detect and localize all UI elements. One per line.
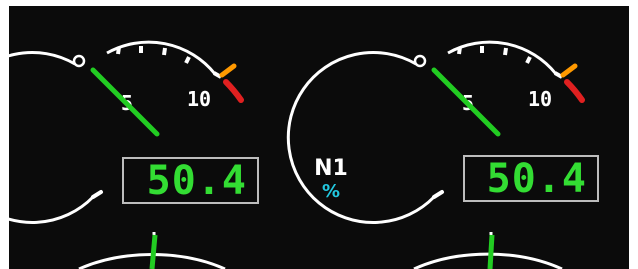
engine-2-n1-readout: 50.4 (463, 155, 599, 202)
engine-2-lower-dial-needle (487, 234, 495, 269)
engine-1-dial-end-tick (91, 190, 103, 199)
engine-2-n1-value: 50.4 (486, 156, 587, 202)
engine-1-scale-label-high: 10 (187, 87, 211, 111)
engine-2-n1-needle (431, 67, 501, 137)
engine-1-caution-mark (219, 63, 237, 78)
engine-1-lower-dial-needle (149, 234, 158, 269)
engine-1-tick (116, 46, 121, 55)
engine-1-n1-value: 50.4 (146, 158, 247, 204)
engine-1-redline-mark (223, 79, 244, 103)
engine-1-zero-marker-icon (72, 54, 86, 68)
engine-1-dial-arc-upper (106, 40, 217, 75)
engine-2-tick (525, 56, 532, 64)
engine-2-dial-end-tick (432, 190, 444, 199)
engine-1-tick (162, 47, 167, 56)
n1-parameter-label: N1 (314, 156, 348, 181)
engine-2-zero-marker-icon (413, 54, 427, 68)
engine-2-tick (503, 47, 508, 56)
engine-2-tick (457, 46, 462, 55)
engine-1-n1-readout: 50.4 (122, 157, 259, 204)
engine-1-n1-needle (90, 67, 160, 137)
engine-2-caution-mark (560, 63, 578, 78)
engine-1-tick (184, 56, 191, 64)
n1-unit-label: % (321, 181, 341, 202)
engine-2-lower-dial (413, 232, 563, 269)
engine-1-lower-dial (78, 232, 226, 269)
engine-display-panel: 5 10 5 10 (9, 6, 629, 269)
engine-2-scale-label-high: 10 (528, 87, 552, 111)
engine-1-dial-arc-lower (9, 51, 95, 224)
engine-2-dial-arc-upper (447, 40, 558, 75)
gauge-graphics: 5 10 5 10 (9, 40, 585, 269)
engine-2-redline-mark (564, 79, 585, 103)
